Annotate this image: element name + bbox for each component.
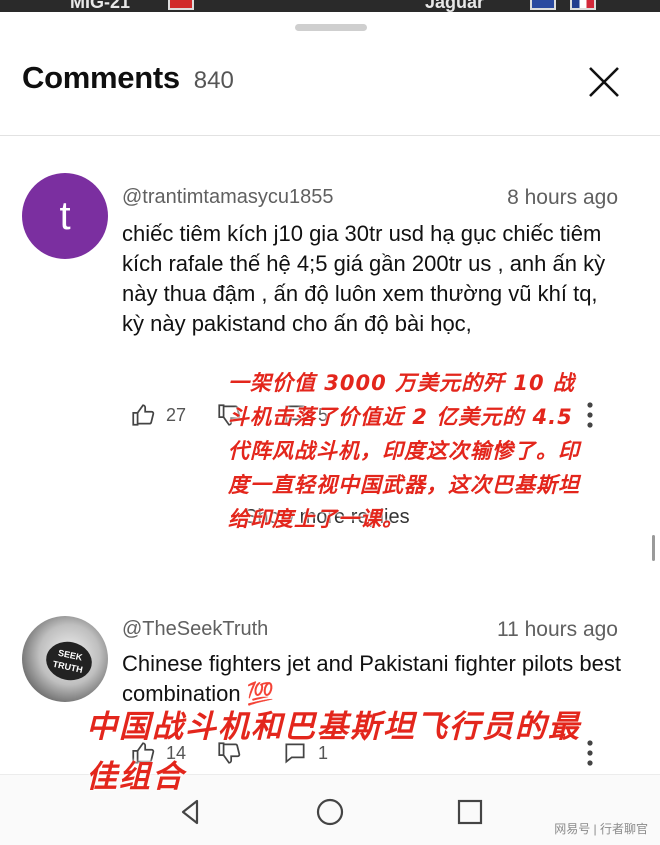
france-flag-icon — [570, 0, 596, 10]
scrollbar[interactable] — [652, 535, 655, 561]
right-aircraft-label: Jaguar — [425, 0, 485, 12]
watermark: 网易号 | 行者聊官 — [554, 822, 648, 836]
comment-text: Chinese fighters jet and Pakistani fight… — [122, 651, 621, 706]
comments-count: 840 — [193, 67, 234, 94]
like-icon — [132, 404, 155, 426]
avatar[interactable]: t — [22, 173, 108, 259]
close-button[interactable] — [584, 62, 624, 102]
comment-author[interactable]: @TheSeekTruth — [122, 618, 268, 641]
close-icon — [589, 67, 619, 97]
avatar[interactable]: SEEK TRUTH — [22, 616, 108, 702]
china-flag-icon — [168, 0, 194, 10]
translation-overlay-1: 一架价值 3000 万美元的歼 10 战斗机击落了价值近 2 亿美元的 4.5 … — [228, 371, 580, 531]
like-button[interactable]: 27 — [130, 402, 186, 428]
translation-overlay-2: 中国战斗机和巴基斯坦飞行员的最佳组合 — [86, 709, 581, 795]
comments-header: Comments 840 — [22, 60, 234, 96]
avatar-letter: t — [59, 193, 71, 238]
like-count: 27 — [166, 404, 187, 425]
uk-flag-icon — [530, 0, 556, 10]
avatar-seek-truth-badge: SEEK TRUTH — [42, 637, 96, 685]
comment-time: 11 hours ago — [496, 618, 618, 641]
header-divider — [0, 135, 660, 136]
comment-time: 8 hours ago — [507, 186, 618, 209]
left-aircraft-label: MIG-21 — [70, 0, 131, 12]
background-video-strip: MIG-21 Jaguar — [0, 0, 660, 12]
comment-text: chiếc tiêm kích j10 gia 30tr usd hạ gục … — [122, 221, 606, 336]
comments-title: Comments — [22, 60, 180, 95]
drag-handle[interactable] — [295, 24, 367, 31]
comment-author[interactable]: @trantimtamasycu1855 — [122, 186, 334, 209]
